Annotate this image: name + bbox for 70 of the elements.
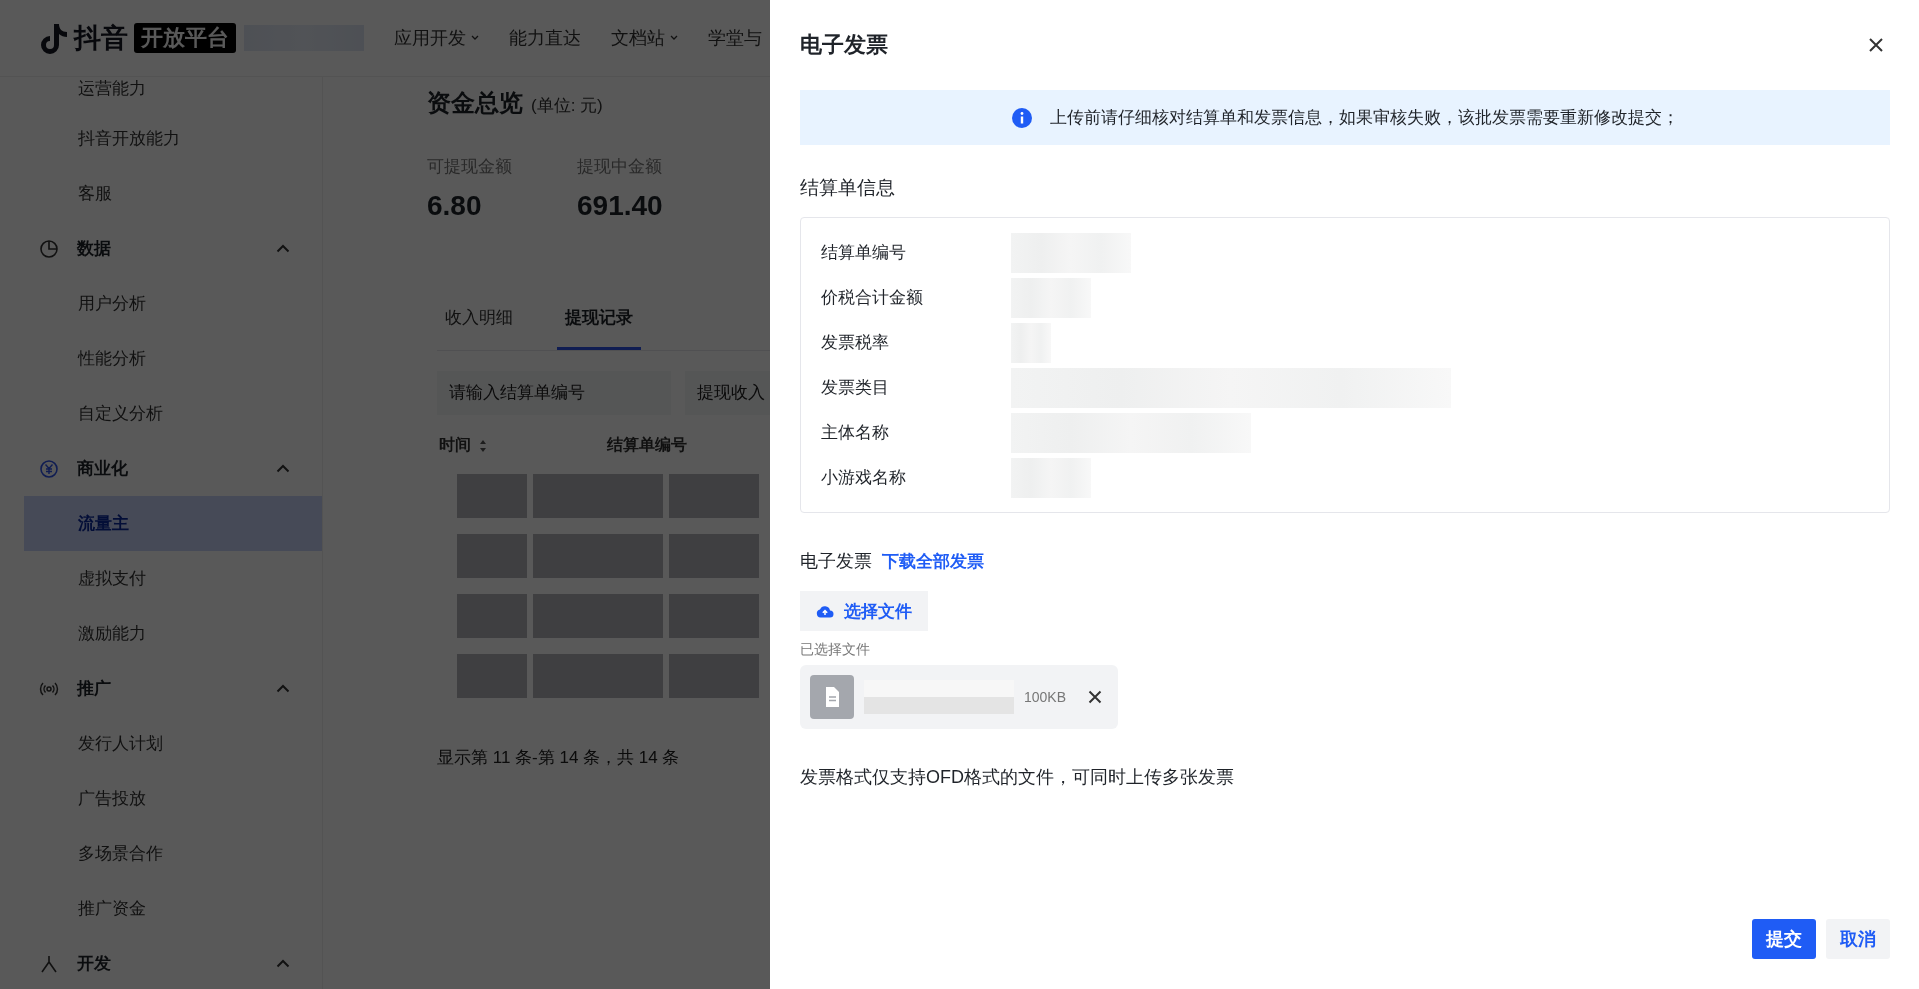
chevron-up-icon[interactable]: [276, 959, 290, 968]
info-text: 上传前请仔细核对结算单和发票信息，如果审核失败，该批发票需要重新修改提交；: [1049, 107, 1679, 129]
tab[interactable]: 提现记录: [557, 302, 641, 350]
sort-icon[interactable]: [479, 438, 487, 453]
group-icon: [39, 238, 59, 259]
music-note-icon: [40, 22, 68, 54]
sidebar-item[interactable]: 推广资金: [24, 881, 322, 936]
close-icon[interactable]: [1088, 690, 1103, 704]
submit-button[interactable]: 提交: [1752, 919, 1816, 959]
sidebar-group-label[interactable]: 开发: [77, 952, 276, 975]
chevron-up-icon[interactable]: [276, 464, 290, 473]
group-icon: [39, 953, 59, 974]
selected-files-label: 已选择文件: [800, 641, 871, 659]
sidebar-item[interactable]: 自定义分析: [24, 386, 322, 441]
redacted-value: [457, 594, 527, 638]
field-label: 主体名称: [821, 422, 890, 444]
column-header[interactable]: 时间: [439, 435, 487, 456]
sidebar-item[interactable]: 性能分析: [24, 331, 322, 386]
close-icon[interactable]: [1868, 37, 1884, 53]
sidebar-item[interactable]: 虚拟支付: [24, 551, 322, 606]
stat-value: 691.40: [577, 190, 664, 222]
chevron-up-icon[interactable]: [276, 684, 290, 693]
nav-link[interactable]: 文档站: [611, 26, 678, 50]
info-icon: [1011, 107, 1032, 128]
section-title: 资金总览: [427, 88, 523, 118]
redacted-value: [457, 474, 527, 518]
redacted-value: [457, 654, 527, 698]
nav-link[interactable]: 学堂与: [708, 26, 762, 50]
caret-icon: [670, 35, 678, 41]
field-label: 电子发票: [800, 550, 872, 573]
field-label: 发票类目: [821, 377, 890, 399]
pagination-text: 显示第 11 条-第 14 条，共 14 条: [437, 747, 681, 769]
field-label: 价税合计金额: [821, 287, 924, 309]
chevron-up-icon[interactable]: [276, 244, 290, 253]
download-link[interactable]: 下载全部发票: [882, 549, 984, 573]
input-field[interactable]: 请输入结算单编号: [437, 371, 671, 415]
tab[interactable]: 收入明细: [437, 302, 521, 350]
document-icon: [810, 675, 854, 719]
sidebar-item[interactable]: 运营能力: [24, 77, 322, 111]
cloud-upload-icon: [816, 604, 834, 618]
sidebar-item[interactable]: 客服: [24, 166, 322, 221]
redacted-value: [457, 534, 527, 578]
sidebar-group-label[interactable]: 数据: [77, 237, 276, 260]
caret-icon: [471, 35, 479, 41]
drawer-title: 电子发票: [800, 31, 888, 59]
field-label: 小游戏名称: [821, 467, 907, 489]
nav-link[interactable]: 能力直达: [509, 26, 581, 50]
sidebar-group-label[interactable]: 商业化: [77, 457, 276, 480]
field-label: 发票税率: [821, 332, 890, 354]
sidebar-item[interactable]: 流量主: [24, 496, 322, 551]
sidebar-group-label[interactable]: 推广: [77, 677, 276, 700]
cancel-button[interactable]: 取消: [1826, 919, 1890, 959]
sidebar-item[interactable]: 激励能力: [24, 606, 322, 661]
hint-text: 发票格式仅支持OFD格式的文件，可同时上传多张发票: [800, 766, 1235, 789]
file-size: 100KB: [1024, 689, 1067, 705]
sidebar-item[interactable]: 抖音开放能力: [24, 111, 322, 166]
field-label: 结算单编号: [821, 242, 907, 264]
sidebar-item[interactable]: 多场景合作: [24, 826, 322, 881]
group-icon: [39, 458, 59, 479]
column-header[interactable]: 结算单编号: [607, 435, 687, 456]
unit-label: (单位: 元): [531, 95, 603, 117]
logo-text: 抖音: [74, 22, 128, 55]
sidebar-item[interactable]: 广告投放: [24, 771, 322, 826]
nav-link[interactable]: 应用开发: [394, 26, 479, 50]
logo-badge: 开放平台: [134, 23, 236, 53]
upload-button[interactable]: 选择文件: [800, 591, 928, 631]
sidebar-item[interactable]: 发行人计划: [24, 716, 322, 771]
sidebar-item[interactable]: 用户分析: [24, 276, 322, 331]
stat-value: 6.80: [427, 190, 483, 222]
section-title: 结算单信息: [800, 176, 896, 200]
